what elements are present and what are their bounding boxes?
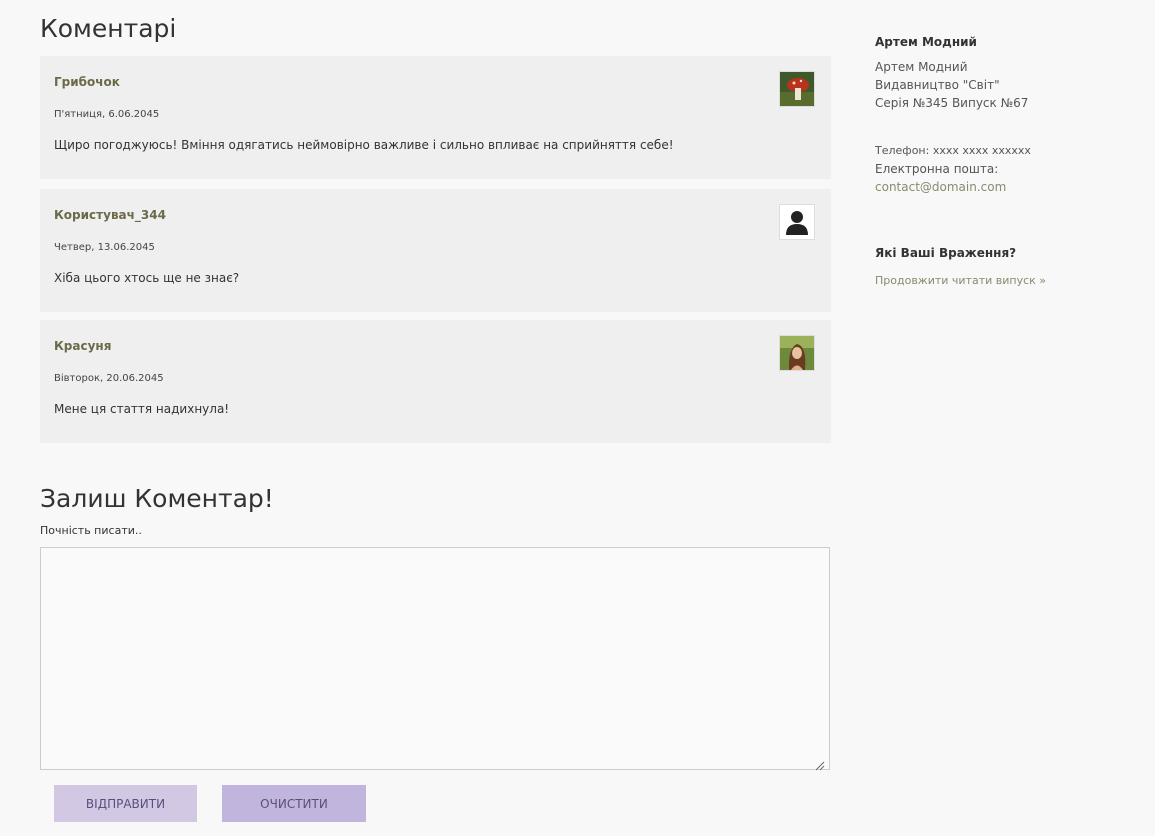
comment-date: П'ятниця, 6.06.2045 xyxy=(54,109,160,120)
sidebar-title: Артем Модний xyxy=(875,35,977,49)
comment-author[interactable]: Красуня xyxy=(54,339,111,353)
comment-text: Хіба цього хтось ще не знає? xyxy=(54,271,240,285)
send-button[interactable]: ВІДПРАВИТИ xyxy=(54,785,197,822)
sidebar-email-link[interactable]: contact@domain.com xyxy=(875,180,1006,194)
leave-comment-title: Залиш Коментар! xyxy=(40,484,274,513)
sidebar-phone: Телефон: xxxx xxxx xxxxxx xyxy=(875,144,1031,157)
continue-reading-link[interactable]: Продовжити читати випуск » xyxy=(875,274,1046,287)
sidebar-publisher: Видавництво "Світ" xyxy=(875,78,1000,92)
comment-text: Мене ця стаття надихнула! xyxy=(54,402,230,416)
comment-card: Користувач_344 Четвер, 13.06.2045 Хіба ц… xyxy=(40,189,831,312)
comment-text: Щиро погоджуюсь! Вміння одягатись неймов… xyxy=(54,138,674,152)
sidebar-series: Серія №345 Випуск №67 xyxy=(875,96,1029,110)
comment-date: Четвер, 13.06.2045 xyxy=(54,242,155,253)
sidebar-email-label: Електронна пошта: xyxy=(875,162,999,176)
sidebar-question: Які Ваші Враження? xyxy=(875,246,1017,260)
sidebar-author: Артем Модний xyxy=(875,60,968,74)
clear-button[interactable]: ОЧИСТИТИ xyxy=(222,785,366,822)
default-user-icon xyxy=(779,204,815,240)
avatar-mushroom-icon xyxy=(779,71,815,107)
avatar-woman-icon xyxy=(779,335,815,371)
comment-date: Вівторок, 20.06.2045 xyxy=(54,373,164,384)
resize-handle-icon[interactable] xyxy=(815,756,825,771)
page: Коментарі Грибочок П'ятниця, 6.06.2045 Щ… xyxy=(0,0,1155,836)
comment-card: Грибочок П'ятниця, 6.06.2045 Щиро погодж… xyxy=(40,56,831,179)
comment-card: Красуня Вівторок, 20.06.2045 Мене ця ста… xyxy=(40,320,831,443)
comment-hint: Почність писати.. xyxy=(40,524,142,537)
comment-textarea[interactable] xyxy=(40,547,830,770)
comment-author[interactable]: Користувач_344 xyxy=(54,208,166,222)
comments-title: Коментарі xyxy=(40,14,177,43)
comment-author[interactable]: Грибочок xyxy=(54,75,120,89)
